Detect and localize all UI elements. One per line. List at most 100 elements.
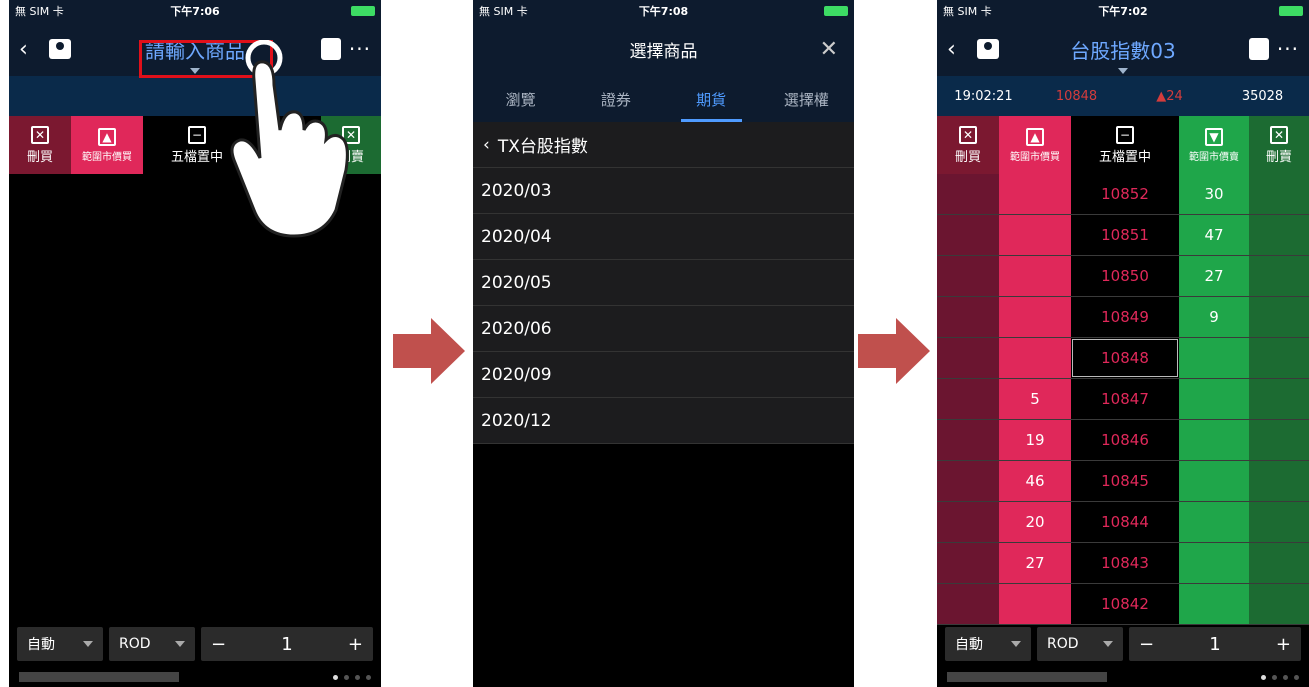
- delete-buy-cell[interactable]: [937, 543, 999, 583]
- price-cell[interactable]: 10851: [1071, 215, 1179, 255]
- minus-icon[interactable]: −: [211, 634, 226, 655]
- clipboard-icon[interactable]: [1249, 38, 1269, 60]
- list-item[interactable]: 2020/03: [473, 168, 854, 214]
- plus-icon[interactable]: +: [348, 634, 363, 655]
- sell-qty-cell[interactable]: 27: [1179, 256, 1249, 296]
- buy-qty-cell[interactable]: 20: [999, 502, 1071, 542]
- ladder-row: 10848: [937, 338, 1309, 379]
- sell-qty-cell[interactable]: [1179, 543, 1249, 583]
- contract-list: ‹ TX台股指數 2020/03 2020/04 2020/05 2020/06…: [473, 122, 854, 444]
- minus-icon[interactable]: −: [1139, 634, 1154, 655]
- list-item[interactable]: 2020/06: [473, 306, 854, 352]
- delete-sell-cell[interactable]: [1249, 338, 1309, 378]
- ladder-row: 46 10845: [937, 461, 1309, 502]
- buy-qty-cell[interactable]: [999, 174, 1071, 214]
- tab-options[interactable]: 選擇權: [759, 76, 854, 122]
- tif-select[interactable]: ROD: [109, 627, 195, 661]
- center-five-button[interactable]: − 五檔置中: [1071, 116, 1179, 174]
- buy-qty-cell[interactable]: [999, 338, 1071, 378]
- up-box-icon: ▲: [1026, 127, 1044, 146]
- price-cell[interactable]: 10842: [1071, 584, 1179, 624]
- buy-qty-cell[interactable]: 19: [999, 420, 1071, 460]
- dropdown-icon: [175, 641, 185, 647]
- range-market-sell-button[interactable]: ▼ 範圍市價賣: [1179, 116, 1249, 174]
- price-cell[interactable]: 10844: [1071, 502, 1179, 542]
- ladder-row: 27 10843: [937, 543, 1309, 584]
- sell-qty-cell[interactable]: [1179, 584, 1249, 624]
- delete-buy-button[interactable]: ✕ 刪買: [937, 116, 999, 174]
- delete-sell-cell[interactable]: [1249, 502, 1309, 542]
- close-icon[interactable]: ✕: [820, 37, 838, 62]
- product-title[interactable]: 台股指數03: [1070, 35, 1175, 64]
- buy-qty-cell[interactable]: 27: [999, 543, 1071, 583]
- price-cell[interactable]: 10845: [1071, 461, 1179, 501]
- plus-icon[interactable]: +: [1276, 634, 1291, 655]
- list-item[interactable]: 2020/04: [473, 214, 854, 260]
- buy-qty-cell[interactable]: [999, 215, 1071, 255]
- tab-securities[interactable]: 證券: [568, 76, 663, 122]
- more-icon[interactable]: ···: [1277, 37, 1299, 61]
- price-cell[interactable]: 10852: [1071, 174, 1179, 214]
- contact-icon[interactable]: [977, 39, 999, 59]
- price-cell[interactable]: 10849: [1071, 297, 1179, 337]
- price-cell[interactable]: 10847: [1071, 379, 1179, 419]
- price-cell[interactable]: 10843: [1071, 543, 1179, 583]
- delete-sell-cell[interactable]: [1249, 256, 1309, 296]
- sell-qty-cell[interactable]: [1179, 502, 1249, 542]
- delete-sell-cell[interactable]: [1249, 584, 1309, 624]
- delete-sell-cell[interactable]: [1249, 215, 1309, 255]
- range-market-buy-button[interactable]: ▲ 範圍市價買: [71, 116, 143, 174]
- delete-sell-cell[interactable]: [1249, 543, 1309, 583]
- price-cell[interactable]: 10846: [1071, 420, 1179, 460]
- buy-qty-cell[interactable]: [999, 297, 1071, 337]
- delete-buy-cell[interactable]: [937, 461, 999, 501]
- delete-buy-cell[interactable]: [937, 379, 999, 419]
- delete-sell-cell[interactable]: [1249, 461, 1309, 501]
- back-icon[interactable]: ‹: [947, 37, 973, 62]
- buy-qty-cell[interactable]: [999, 584, 1071, 624]
- delete-sell-cell[interactable]: [1249, 379, 1309, 419]
- tif-select[interactable]: ROD: [1037, 627, 1123, 661]
- tab-futures[interactable]: 期貨: [664, 76, 759, 122]
- tab-browse[interactable]: 瀏覽: [473, 76, 568, 122]
- sell-qty-cell[interactable]: 30: [1179, 174, 1249, 214]
- delete-buy-cell[interactable]: [937, 256, 999, 296]
- delete-sell-cell[interactable]: [1249, 297, 1309, 337]
- delete-sell-cell[interactable]: [1249, 174, 1309, 214]
- price-cell[interactable]: 10850: [1071, 256, 1179, 296]
- status-bar: 無 SIM 卡 下午7:08: [473, 0, 854, 22]
- price-cell[interactable]: 10848: [1071, 338, 1179, 378]
- contact-icon[interactable]: [49, 39, 71, 59]
- delete-buy-cell[interactable]: [937, 297, 999, 337]
- sell-qty-cell[interactable]: 47: [1179, 215, 1249, 255]
- sell-qty-cell[interactable]: [1179, 338, 1249, 378]
- breadcrumb-back[interactable]: ‹ TX台股指數: [473, 122, 854, 168]
- buy-qty-cell[interactable]: [999, 256, 1071, 296]
- order-type-select[interactable]: 自動: [17, 627, 103, 661]
- order-type-select[interactable]: 自動: [945, 627, 1031, 661]
- delete-buy-button[interactable]: ✕ 刪買: [9, 116, 71, 174]
- delete-sell-button[interactable]: ✕ 刪賣: [1249, 116, 1309, 174]
- buy-qty-cell[interactable]: 46: [999, 461, 1071, 501]
- sell-qty-cell[interactable]: 9: [1179, 297, 1249, 337]
- delete-buy-cell[interactable]: [937, 584, 999, 624]
- delete-buy-cell[interactable]: [937, 215, 999, 255]
- back-icon[interactable]: ‹: [19, 37, 45, 62]
- delete-buy-cell[interactable]: [937, 420, 999, 460]
- delete-buy-cell[interactable]: [937, 338, 999, 378]
- center-box-icon: −: [1116, 125, 1134, 144]
- list-item[interactable]: 2020/05: [473, 260, 854, 306]
- delete-buy-cell[interactable]: [937, 174, 999, 214]
- buy-qty-cell[interactable]: 5: [999, 379, 1071, 419]
- quantity-stepper[interactable]: − 1 +: [201, 627, 373, 661]
- quantity-stepper[interactable]: − 1 +: [1129, 627, 1301, 661]
- list-item[interactable]: 2020/09: [473, 352, 854, 398]
- list-item[interactable]: 2020/12: [473, 398, 854, 444]
- sell-qty-cell[interactable]: [1179, 461, 1249, 501]
- range-market-buy-button[interactable]: ▲ 範圍市價買: [999, 116, 1071, 174]
- sell-qty-cell[interactable]: [1179, 420, 1249, 460]
- sell-qty-cell[interactable]: [1179, 379, 1249, 419]
- ladder-row: 10852 30: [937, 174, 1309, 215]
- delete-buy-cell[interactable]: [937, 502, 999, 542]
- delete-sell-cell[interactable]: [1249, 420, 1309, 460]
